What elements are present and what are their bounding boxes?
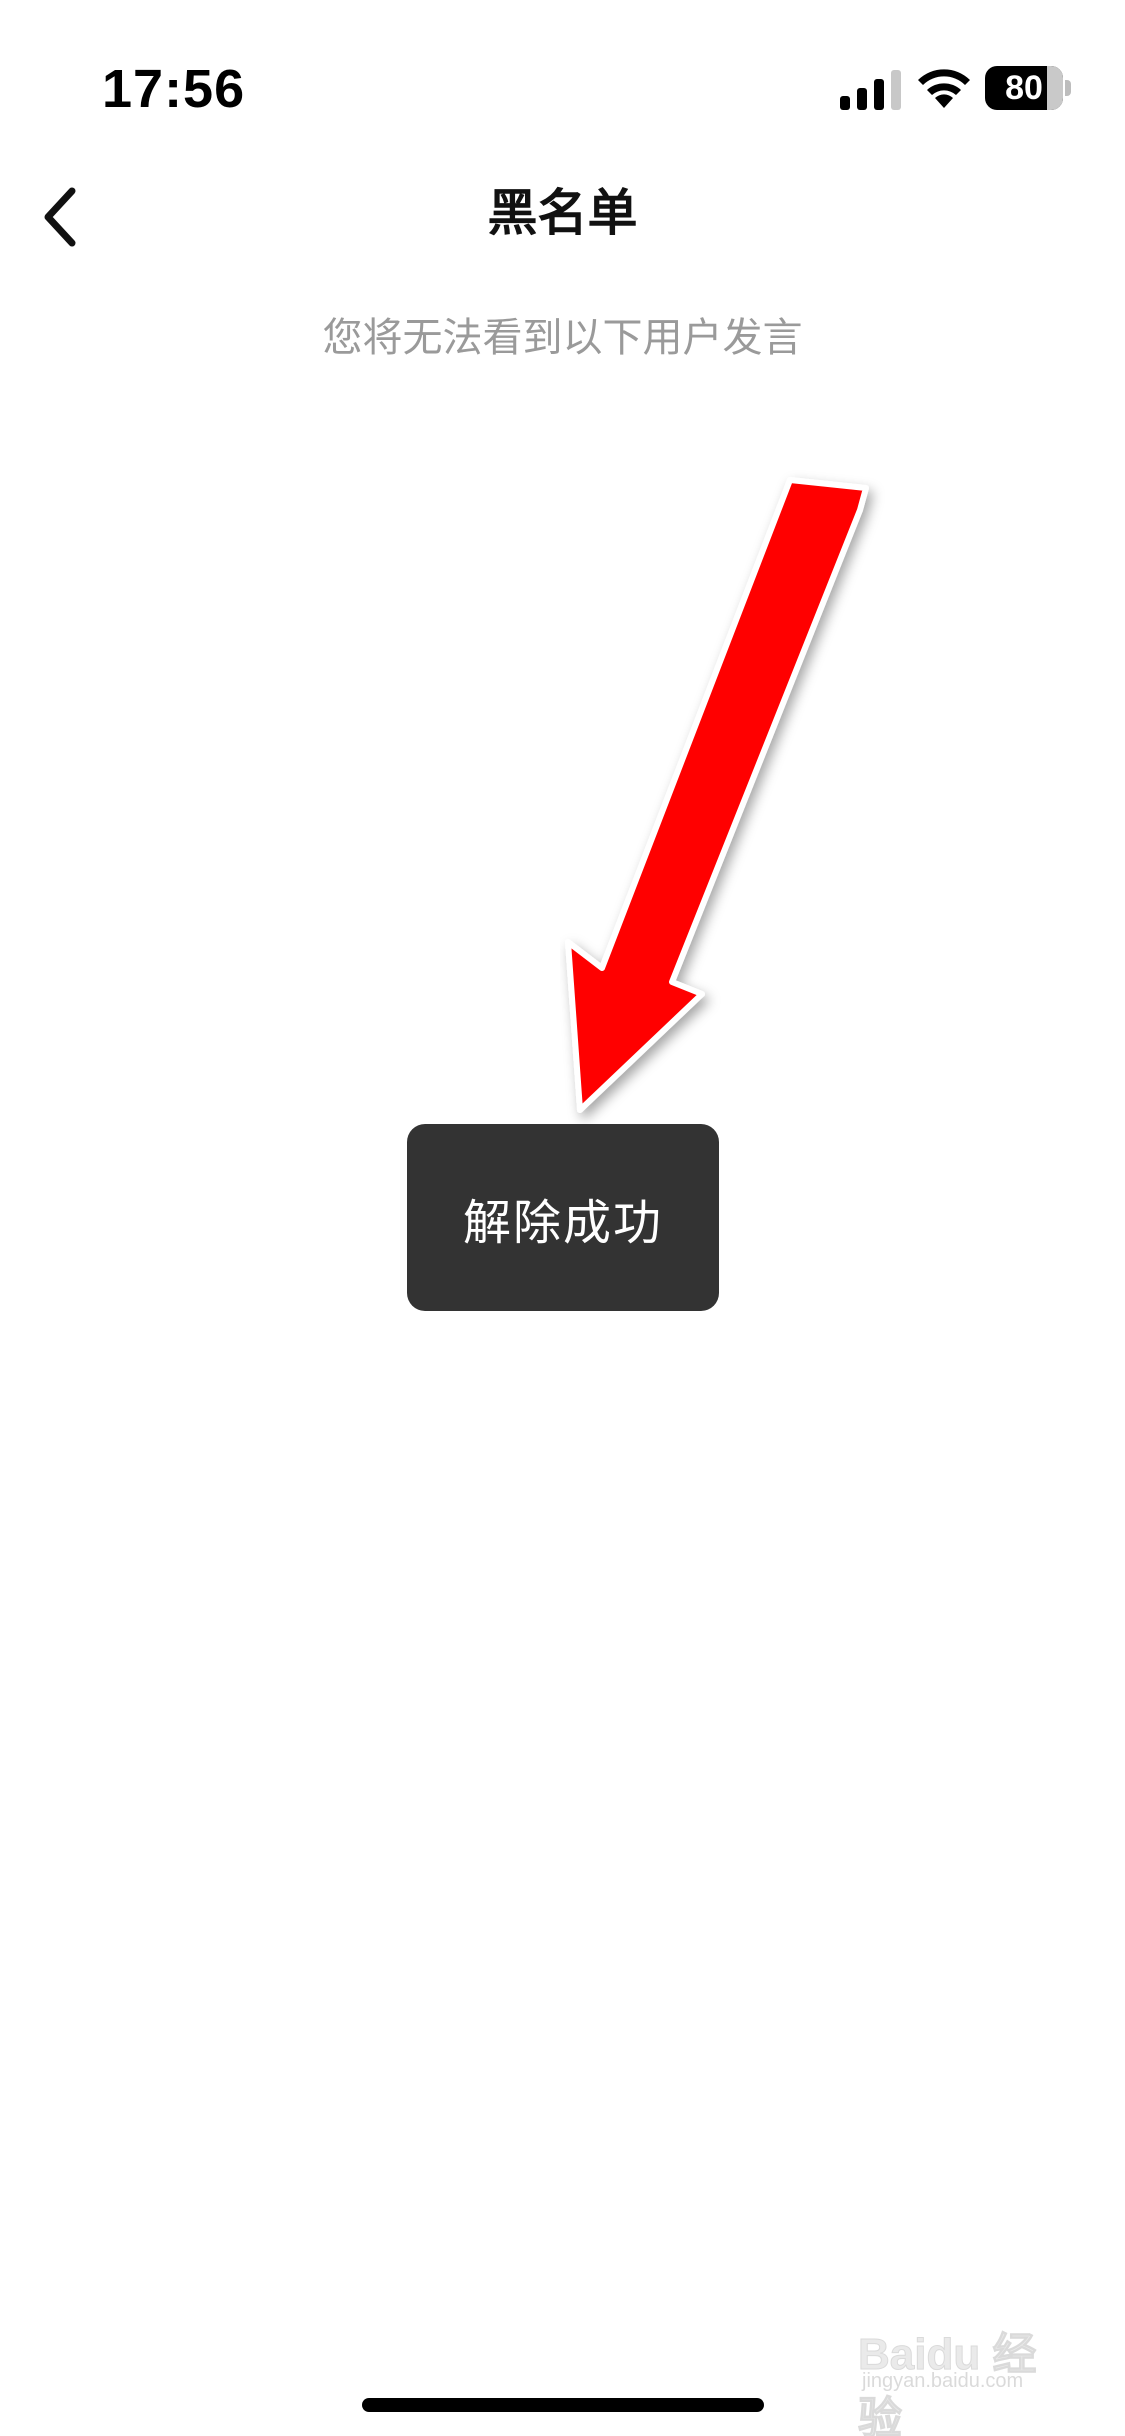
blacklist-description: 您将无法看到以下用户发言 [322, 315, 803, 361]
toast-message: 解除成功 [407, 1124, 719, 1311]
battery-icon: 80 [985, 66, 1071, 110]
battery-body: 80 [985, 66, 1063, 110]
wifi-icon [918, 69, 970, 108]
toast-text: 解除成功 [462, 1194, 663, 1251]
status-time: 17:56 [102, 59, 246, 119]
annotation-arrow [565, 477, 869, 1113]
watermark-url: jingyan.baidu.com [862, 2370, 1024, 2392]
screen: 17:56 80 黑名单 您将无法看到以下用户发言 解除成功 Baidu 经验 … [0, 0, 1125, 2436]
home-indicator[interactable] [362, 2398, 764, 2412]
battery-cap [1065, 80, 1071, 96]
signal-icon [840, 70, 901, 110]
status-bar: 17:56 80 [0, 0, 1125, 150]
battery-level: 80 [1005, 69, 1043, 107]
baidu-watermark: Baidu 经验 jingyan.baidu.com [858, 2310, 1068, 2436]
page-title: 黑名单 [487, 184, 638, 242]
